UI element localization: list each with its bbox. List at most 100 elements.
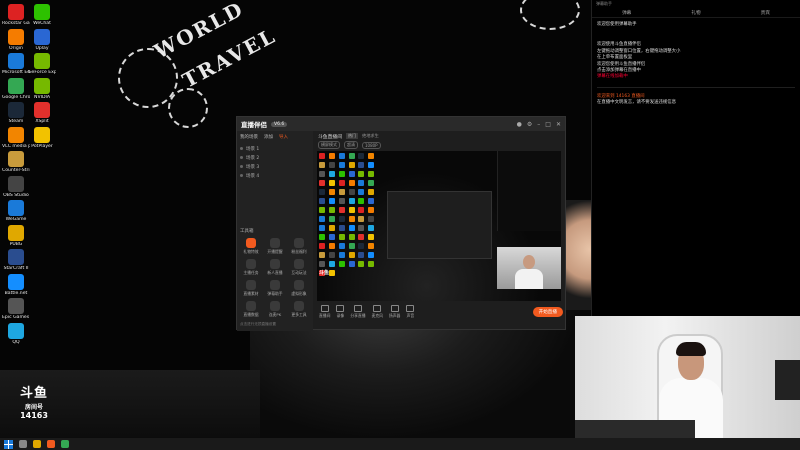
preview-mini-icon [319,198,325,204]
tab-add[interactable]: 添加 [264,134,273,140]
avatar-icon[interactable]: ● [517,121,522,128]
tool-item[interactable]: 主播任务 [240,259,262,276]
panel-header: 弹幕助手 [596,1,612,6]
stream-preview[interactable]: 斗鱼 [317,151,561,301]
desktop-icon[interactable]: Battle.net [2,273,30,296]
settings-icon[interactable]: ⚙ [527,121,532,128]
desktop-icon[interactable]: VLC media player [2,126,30,149]
scene-label: 场景 3 [246,164,260,170]
desktop-icon[interactable]: Steam [2,102,30,124]
control-share[interactable]: 分享直播 [350,305,366,319]
chrome-taskbar-icon[interactable] [61,440,69,448]
desktop-icon[interactable]: QQ [2,322,30,345]
divider [597,86,795,88]
window-controls: ● ⚙ – □ ✕ [517,121,561,128]
desktop-icon[interactable]: GeForce Experience [28,53,56,75]
tool-item[interactable]: 新人直播 [264,259,286,276]
scene-item[interactable]: 场景 1 [240,144,310,153]
desktop-icon[interactable]: PotPlayer [28,126,56,149]
desktop-icon-label: NVIDIA [34,94,50,100]
preview-mini-icon [319,252,325,258]
tool-item[interactable]: 互动玩法 [288,259,310,276]
preview-mini-icon [338,171,345,177]
tool-item[interactable]: 开播提醒 [264,238,286,255]
preview-mini-icon [368,234,375,240]
desktop-icon[interactable]: Counter-Strike Global Off... [2,151,30,173]
preview-mini-icon [348,180,355,186]
tab-my-scenes[interactable]: 我的场景 [240,134,258,140]
scene-item[interactable]: 场景 3 [240,162,310,171]
desktop-icon[interactable]: XSplit [28,102,56,124]
tool-label: 连麦PK [268,312,282,317]
close-icon[interactable]: ✕ [556,121,561,128]
tool-item[interactable]: 直播数据 [240,301,262,318]
start-menu-icon[interactable] [4,439,13,449]
preview-mini-icon [358,225,365,231]
desktop-icon[interactable]: Google Chrome [2,77,30,100]
control-record[interactable]: 录像 [336,305,345,319]
room-title[interactable]: 斗鱼直播间 [318,133,342,140]
tool-item[interactable]: 更多工具 [288,301,310,318]
desktop-icon[interactable]: NVIDIA [28,77,56,100]
preview-mini-icon [338,180,345,186]
quality-select[interactable]: 超清 [344,141,358,149]
resolution-select[interactable]: 1080P [362,141,381,149]
preview-mini-icon [358,162,365,168]
desktop-icon[interactable]: OBS Studio [2,175,30,198]
start-stream-button[interactable]: 开始直播 [532,307,563,317]
desktop-icon[interactable]: WeGame [2,200,30,222]
tab-import[interactable]: 导入 [279,134,288,140]
desktop-icon[interactable]: Origin [2,28,30,51]
file-explorer-icon[interactable] [33,440,41,448]
app-icon [8,126,24,143]
control-speaker[interactable]: 扬声器 [389,305,400,319]
tab-danmaku[interactable]: 弹幕 [622,10,631,16]
app-icon [8,249,24,265]
desktop-icon[interactable]: Epic Games Launcher [2,298,30,320]
desktop-icon[interactable]: Uplay [28,28,56,51]
mode-select[interactable]: 横屏模式 [318,141,340,149]
tab-vip[interactable]: 贵宾 [761,10,770,16]
tab-gifts[interactable]: 礼物 [691,10,700,16]
app-icon [8,273,24,290]
control-mic[interactable]: 麦克风 [372,305,383,319]
preview-mini-icon [338,234,345,240]
tool-item[interactable]: 粉丝福利 [288,238,310,255]
preview-mini-icon [328,153,335,159]
scene-item[interactable]: 场景 2 [240,153,310,162]
desktop-icon[interactable]: PUBG [2,224,30,247]
maximize-icon[interactable]: □ [545,121,551,128]
tool-item[interactable]: 连麦PK [264,301,286,318]
preview-mini-icon [319,171,325,177]
tool-item[interactable]: 弹幕助手 [264,280,286,297]
app-icon [8,53,24,69]
preview-mini-icon [358,189,365,195]
control-sound[interactable]: 声音 [406,305,415,319]
tool-icon [294,259,304,269]
scene-item[interactable]: 场景 4 [240,171,310,180]
desktop-icon[interactable]: Rockstar Games [2,4,30,26]
desktop-icon[interactable]: Microsoft Edge [2,53,30,75]
app-icon [8,322,24,339]
room-category[interactable]: 绝地求生 [362,133,379,139]
search-icon[interactable] [19,440,27,448]
preview-mini-icon [319,153,325,159]
desktop-icon[interactable]: WeChat [28,4,56,26]
tool-label: 更多工具 [291,312,307,317]
scene-tabs: 我的场景 添加 导入 [240,134,310,140]
tool-icon [246,238,256,248]
cam-monitor [775,360,800,400]
minimize-icon[interactable]: – [537,121,540,128]
desktop-icon-label: StarCraft II [3,266,29,271]
message-list: 欢迎您使用弹幕助手 欢迎使用斗鱼直播伴侣 左键拖动调整窗口位置，右键拖动调整大小… [592,18,800,111]
sidebar-tip[interactable]: 点击进行无损直播设置 [240,322,276,327]
desktop-icon[interactable]: StarCraft II [2,249,30,271]
tool-item[interactable]: 礼物特效 [240,238,262,255]
app-icon [34,4,50,20]
tool-item[interactable]: 直播素材 [240,280,262,297]
app-version-badge[interactable]: V6.6 [271,121,288,127]
control-room[interactable]: 直播间 [319,305,330,319]
tool-icon [294,238,304,248]
tool-item[interactable]: 虚拟形象 [288,280,310,297]
streaming-app-taskbar-icon[interactable] [47,440,55,448]
